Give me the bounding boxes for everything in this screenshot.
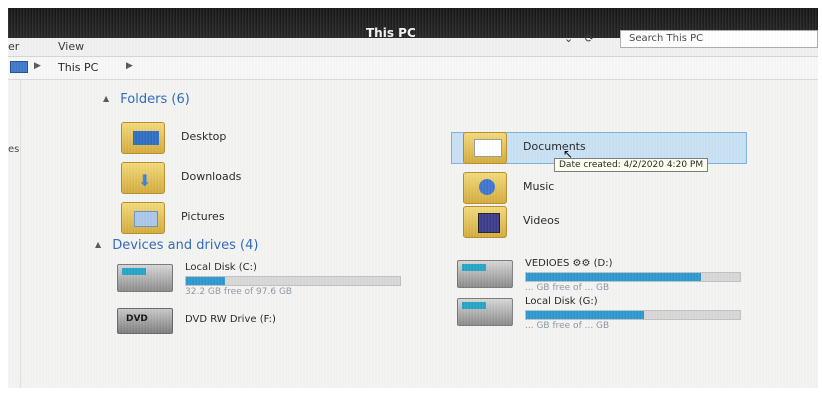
- nav-partial-label[interactable]: es: [8, 144, 19, 155]
- drive-name: VEDIOES ⚙⚙ (D:): [525, 258, 613, 269]
- drive-free-text: ... GB free of ... GB: [525, 321, 610, 331]
- search-input[interactable]: Search This PC: [620, 30, 818, 48]
- desktop-folder-icon: [121, 122, 165, 154]
- devices-header-label: Devices and drives (4): [112, 238, 259, 253]
- storage-fill: [186, 277, 225, 285]
- folder-label: Music: [523, 180, 555, 193]
- folders-header[interactable]: ▲ Folders (6): [103, 92, 190, 107]
- folder-label: Documents: [523, 140, 586, 153]
- collapse-triangle-icon-2[interactable]: ▲: [95, 240, 101, 249]
- folders-header-label: Folders (6): [120, 92, 190, 107]
- music-folder-icon: [463, 172, 507, 204]
- refresh-icon[interactable]: ⟳: [585, 32, 594, 45]
- dvd-drive-icon: DVD: [117, 308, 173, 334]
- hard-drive-icon-2: [457, 260, 513, 288]
- folder-label: Desktop: [181, 130, 227, 143]
- hard-drive-icon: [117, 264, 173, 292]
- breadcrumb-arrow-icon[interactable]: ▶: [34, 61, 41, 71]
- pictures-folder-icon: [121, 202, 165, 234]
- videos-folder-icon: [463, 206, 507, 238]
- storage-bar: [525, 310, 741, 320]
- breadcrumb-this-pc[interactable]: This PC: [58, 61, 98, 74]
- folder-label: Downloads: [181, 170, 242, 183]
- drive-name: Local Disk (G:): [525, 296, 598, 307]
- tab-view[interactable]: View: [58, 40, 84, 53]
- drive-g[interactable]: Local Disk (G:) ... GB free of ... GB: [457, 296, 767, 352]
- downloads-folder-icon: ⬇: [121, 162, 165, 194]
- address-bar: ▶ This PC ▶: [8, 57, 818, 80]
- storage-bar: [525, 272, 741, 282]
- tab-partial[interactable]: er: [8, 40, 19, 53]
- screen-photo: This PC – □ er View ▶ This PC ▶ ⌄ ⟳ Sear…: [8, 8, 818, 388]
- tooltip-date-created: Date created: 4/2/2020 4:20 PM: [554, 158, 709, 172]
- content-pane: ▲ Folders (6) Desktop ⬇ Downloads Pictur…: [21, 80, 818, 388]
- this-pc-icon: [10, 61, 28, 73]
- drive-name: DVD RW Drive (F:): [185, 314, 276, 325]
- folder-label: Pictures: [181, 210, 225, 223]
- storage-fill: [526, 311, 644, 319]
- drive-free-text: ... GB free of ... GB: [525, 283, 610, 293]
- documents-folder-icon: [463, 132, 507, 164]
- address-controls: ⌄ ⟳: [564, 32, 608, 50]
- devices-header[interactable]: ▲ Devices and drives (4): [95, 238, 258, 253]
- breadcrumb-arrow-icon-2[interactable]: ▶: [126, 61, 133, 71]
- hard-drive-icon-3: [457, 298, 513, 326]
- folder-label: Videos: [523, 214, 560, 227]
- chevron-down-icon[interactable]: ⌄: [564, 32, 573, 45]
- drive-name: Local Disk (C:): [185, 262, 257, 273]
- mouse-cursor-icon: ↖: [563, 147, 574, 161]
- drive-f[interactable]: DVD DVD RW Drive (F:): [117, 308, 427, 364]
- drive-free-text: 32.2 GB free of 97.6 GB: [185, 287, 293, 297]
- storage-fill: [526, 273, 702, 281]
- storage-bar: [185, 276, 401, 286]
- navigation-pane: es: [8, 80, 21, 388]
- collapse-triangle-icon[interactable]: ▲: [103, 94, 109, 103]
